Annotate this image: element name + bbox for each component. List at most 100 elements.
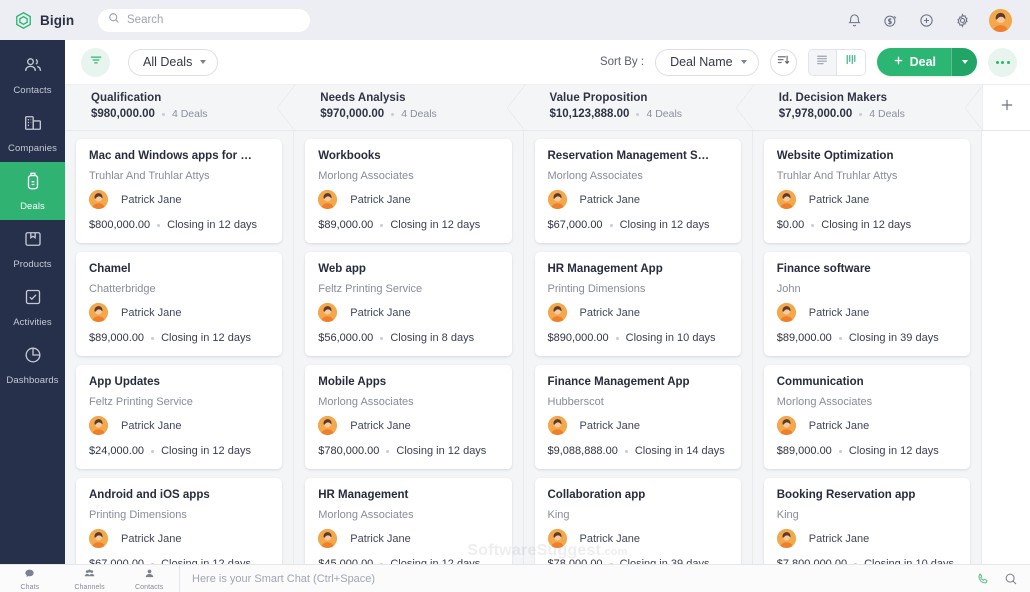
deal-card[interactable]: Mac and Windows apps for … Truhlar And T… xyxy=(76,139,283,243)
deal-company: Morlong Associates xyxy=(776,396,873,408)
smart-chat[interactable] xyxy=(180,565,972,592)
stage-amount: $970,000.00 xyxy=(320,108,385,120)
deal-card[interactable]: Communication Morlong Associates Patrick… xyxy=(763,365,970,469)
deal-owner-name: Patrick Jane xyxy=(350,306,411,319)
chat-tabs: Chats Channels Contacts xyxy=(0,565,180,592)
smart-chat-input[interactable] xyxy=(192,572,960,585)
deal-footer: $24,000.00 Closing in 12 days xyxy=(89,445,269,457)
deal-owner: Patrick Jane xyxy=(776,416,957,435)
deal-card[interactable]: App Updates Feltz Printing Service Patri… xyxy=(76,365,283,469)
gear-icon[interactable] xyxy=(953,11,972,30)
list-view-button[interactable] xyxy=(808,49,837,75)
deal-card[interactable]: Finance Management App Hubberscot Patric… xyxy=(534,365,741,469)
deal-owner: Patrick Jane xyxy=(89,190,269,209)
deal-title: Mobile Apps xyxy=(318,376,387,388)
avatar xyxy=(547,416,567,435)
separator-dot xyxy=(636,112,640,116)
main-content: All Deals Sort By : Deal Name Deal Quali… xyxy=(65,40,1030,582)
deal-closing: Closing in 12 days xyxy=(161,332,251,344)
sidebar-item-products[interactable]: Products xyxy=(0,220,65,278)
sort-direction-button[interactable] xyxy=(769,48,797,76)
deals-board: Mac and Windows apps for … Truhlar And T… xyxy=(65,131,1030,582)
chat-tab-chats[interactable]: Chats xyxy=(0,565,60,592)
chat-bubble-icon xyxy=(24,566,35,584)
stage-header[interactable]: Id. Decision Makers $7,978,000.00 4 Deal… xyxy=(753,85,984,131)
sidebar-item-dashboards[interactable]: Dashboards xyxy=(0,336,65,394)
chat-tab-channels[interactable]: Channels xyxy=(60,565,120,592)
search-icon[interactable] xyxy=(1004,572,1018,586)
sidebar-item-companies[interactable]: Companies xyxy=(0,104,65,162)
deal-closing: Closing in 12 days xyxy=(619,219,710,231)
bell-icon[interactable] xyxy=(845,11,864,30)
deal-owner: Patrick Jane xyxy=(547,303,728,322)
search-input[interactable] xyxy=(127,14,300,26)
sidebar: Contacts Companies Deals Products Activi… xyxy=(0,40,65,564)
deal-owner: Patrick Jane xyxy=(89,416,269,435)
separator-dot xyxy=(859,112,863,116)
view-selector[interactable]: All Deals xyxy=(128,48,219,76)
deal-amount: $89,000.00 xyxy=(89,332,145,344)
global-search[interactable] xyxy=(98,8,310,32)
avatar xyxy=(89,190,108,209)
separator-dot xyxy=(609,223,613,227)
deal-title: Reservation Management S… xyxy=(547,150,710,162)
deal-title: Workbooks xyxy=(318,150,381,162)
bottom-bar-actions xyxy=(972,565,1030,592)
avatar xyxy=(318,416,338,435)
stage-header[interactable]: Qualification $980,000.00 4 Deals xyxy=(65,85,296,131)
view-selector-label: All Deals xyxy=(143,55,193,69)
deal-footer: $800,000.00 Closing in 12 days xyxy=(89,219,269,231)
deal-company: Printing Dimensions xyxy=(89,509,187,521)
more-options-icon xyxy=(995,60,999,64)
deal-title: Website Optimization xyxy=(776,150,894,162)
sidebar-item-deals[interactable]: Deals xyxy=(0,162,65,220)
more-options-button[interactable] xyxy=(988,47,1017,77)
deal-owner-name: Patrick Jane xyxy=(579,193,641,206)
brand[interactable]: Bigin xyxy=(14,11,90,30)
sidebar-label: Dashboards xyxy=(6,374,59,386)
deal-company: Chatterbridge xyxy=(89,283,156,295)
deal-card[interactable]: Workbooks Morlong Associates Patrick Jan… xyxy=(305,139,512,243)
stage-header[interactable]: Needs Analysis $970,000.00 4 Deals xyxy=(294,85,525,131)
avatar xyxy=(776,529,796,548)
deal-owner: Patrick Jane xyxy=(89,529,269,548)
board-right-spacer xyxy=(982,131,1030,564)
deal-card[interactable]: Web app Feltz Printing Service Patrick J… xyxy=(305,252,512,356)
deal-card[interactable]: Finance software John Patrick Jane $89,0… xyxy=(763,252,970,356)
activities-icon xyxy=(23,287,43,312)
money-icon[interactable] xyxy=(881,11,900,30)
filter-button[interactable] xyxy=(81,47,110,77)
sidebar-item-activities[interactable]: Activities xyxy=(0,278,65,336)
deal-card[interactable]: Chamel Chatterbridge Patrick Jane $89,00… xyxy=(76,252,283,356)
dashboards-icon xyxy=(23,345,43,370)
kanban-view-button[interactable] xyxy=(836,49,865,75)
deal-amount: $89,000.00 xyxy=(318,219,374,231)
create-deal-main[interactable]: Deal xyxy=(876,48,951,76)
sidebar-item-contacts[interactable]: Contacts xyxy=(0,46,65,104)
stage-header[interactable]: Value Proposition $10,123,888.00 4 Deals xyxy=(524,85,755,131)
avatar xyxy=(89,416,108,435)
deal-card[interactable]: Mobile Apps Morlong Associates Patrick J… xyxy=(305,365,512,469)
deal-card[interactable]: Website Optimization Truhlar And Truhlar… xyxy=(763,139,970,243)
separator-dot xyxy=(615,336,619,340)
more-options-icon xyxy=(1006,60,1010,64)
filter-icon xyxy=(89,53,103,72)
deal-owner: Patrick Jane xyxy=(318,529,498,548)
deal-card[interactable]: HR Management App Printing Dimensions Pa… xyxy=(534,252,741,356)
deal-title: Collaboration app xyxy=(547,489,646,501)
deal-card[interactable]: Reservation Management S… Morlong Associ… xyxy=(534,139,741,243)
list-view-icon xyxy=(815,53,829,71)
phone-icon[interactable] xyxy=(976,572,990,586)
sort-by-selector[interactable]: Deal Name xyxy=(655,48,759,76)
chat-tab-contacts[interactable]: Contacts xyxy=(119,565,179,592)
avatar[interactable] xyxy=(989,8,1012,32)
more-options-icon xyxy=(1001,60,1004,64)
plus-circle-icon[interactable] xyxy=(917,11,936,30)
create-deal-dropdown[interactable] xyxy=(951,48,977,76)
board-column: Reservation Management S… Morlong Associ… xyxy=(523,131,753,582)
deal-title: HR Management App xyxy=(547,263,663,275)
deal-title: HR Management xyxy=(318,489,409,501)
sidebar-label: Activities xyxy=(13,316,52,328)
add-stage-button[interactable] xyxy=(982,85,1030,130)
create-deal-button[interactable]: Deal xyxy=(876,48,977,76)
